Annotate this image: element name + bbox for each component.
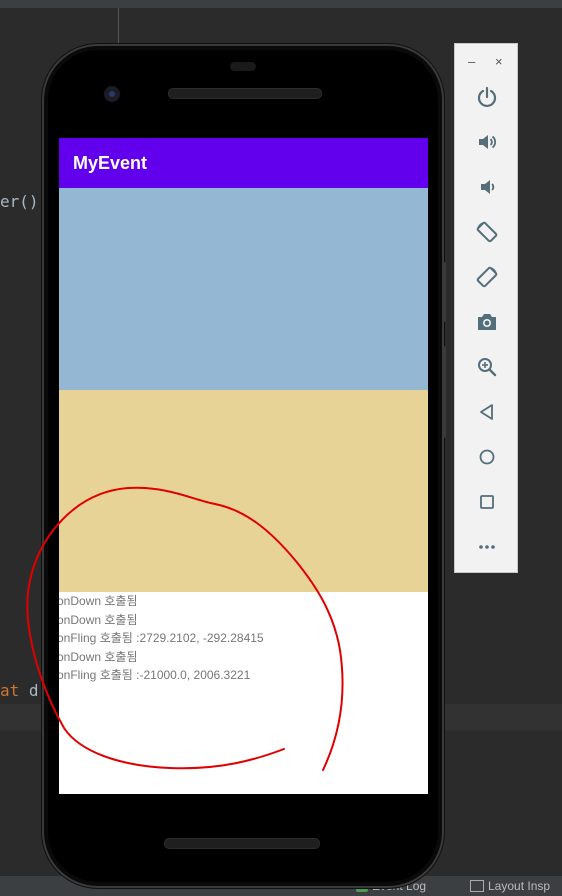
top-touch-view[interactable] xyxy=(59,188,428,390)
minimize-button[interactable]: – xyxy=(468,54,475,69)
layout-inspector-icon xyxy=(470,880,484,892)
rotate-left-icon xyxy=(476,221,498,243)
ide-keyword: at xyxy=(0,681,20,700)
volume-up-icon xyxy=(479,135,497,149)
log-line: onDown 호출됨 xyxy=(59,594,138,608)
overview-button[interactable] xyxy=(455,486,519,518)
app-bar-title: MyEvent xyxy=(59,138,428,188)
log-line: onFling 호출됨 :2729.2102, -292.28415 xyxy=(59,631,264,645)
bottom-speaker xyxy=(164,838,320,849)
front-camera-icon xyxy=(104,86,120,102)
zoom-icon xyxy=(478,358,497,377)
screenshot-icon xyxy=(478,314,496,330)
phone-power-button xyxy=(442,262,446,322)
zoom-button[interactable] xyxy=(455,351,519,383)
more-icon xyxy=(479,545,495,549)
emulator-toolbar: – × xyxy=(454,43,518,573)
back-button[interactable] xyxy=(455,396,519,428)
rotate-right-icon xyxy=(476,266,498,288)
log-line: onDown 호출됨 xyxy=(59,649,138,664)
close-button[interactable]: × xyxy=(495,54,503,69)
ide-code-fragment: at d: xyxy=(0,681,48,700)
proximity-sensor xyxy=(230,62,256,71)
layout-inspector-label: Layout Insp xyxy=(488,879,551,893)
more-button[interactable] xyxy=(455,531,519,563)
event-log-output[interactable]: onDown 호출됨 onDown 호출됨 onFling 호출됨 :2729.… xyxy=(59,592,428,794)
log-line: onDown 호출됨 xyxy=(59,612,138,627)
ide-top-bar xyxy=(0,0,562,8)
screenshot-button[interactable] xyxy=(455,306,519,338)
volume-down-button[interactable] xyxy=(455,171,519,203)
volume-down-icon xyxy=(481,180,495,194)
rotate-right-button[interactable] xyxy=(455,261,519,293)
back-icon xyxy=(480,404,493,420)
log-line: onFling 호출됨 :-21000.0, 2006.3221 xyxy=(59,668,251,682)
home-icon xyxy=(479,449,495,465)
middle-touch-view[interactable] xyxy=(59,390,428,592)
power-button[interactable] xyxy=(455,81,519,113)
layout-inspector-tab[interactable]: Layout Insp xyxy=(470,879,550,893)
volume-up-button[interactable] xyxy=(455,126,519,158)
home-button[interactable] xyxy=(455,441,519,473)
phone-volume-button xyxy=(442,346,446,438)
phone-screen[interactable]: MyEvent onDown 호출됨 onDown 호출됨 onFling 호출… xyxy=(59,138,428,794)
overview-icon xyxy=(480,495,494,509)
power-icon xyxy=(477,86,497,108)
rotate-left-button[interactable] xyxy=(455,216,519,248)
earpiece-speaker xyxy=(168,88,322,99)
ide-code-fragment: er() xyxy=(0,192,39,211)
